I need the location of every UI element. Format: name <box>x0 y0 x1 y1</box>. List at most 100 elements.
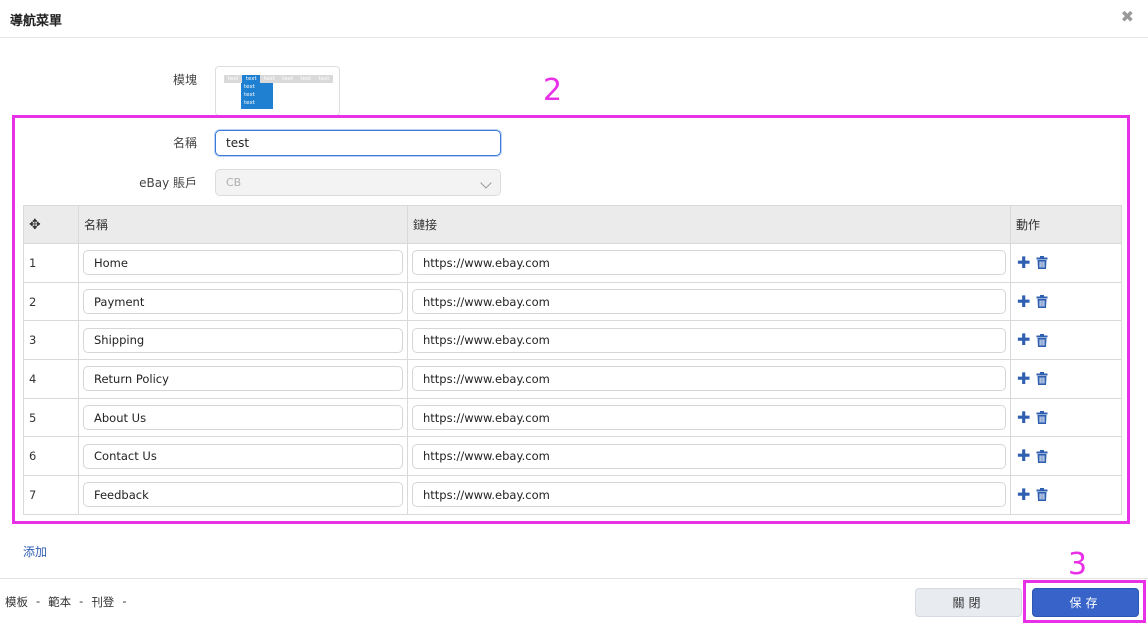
add-row-icon[interactable]: ✚ <box>1017 332 1030 348</box>
dialog-footer: 模板 - 範本 - 刊登 - 關閉 保存 <box>0 578 1148 626</box>
add-link[interactable]: 添加 <box>23 543 47 560</box>
ebay-account-value: CB <box>226 176 242 189</box>
breadcrumb-separator: - <box>36 594 41 608</box>
row-name-cell: Shipping <box>78 320 408 361</box>
row-name-cell: Payment <box>78 281 408 322</box>
table-header-row: ✥ 名稱 鏈接 動作 <box>23 205 1122 244</box>
annotation-number-2: 2 <box>543 73 563 108</box>
row-name-input[interactable]: Shipping <box>83 327 403 353</box>
add-row-icon[interactable]: ✚ <box>1017 486 1030 502</box>
table-row: 1 Home https://www.ebay.com ✚ <box>23 243 1122 283</box>
row-actions: ✚ <box>1015 293 1117 309</box>
row-actions: ✚ <box>1015 332 1117 348</box>
row-index: 6 <box>23 436 79 477</box>
breadcrumb-item-sample[interactable]: 範本 <box>48 594 71 610</box>
module-label: 模塊 <box>172 73 197 87</box>
row-link-input[interactable]: https://www.ebay.com <box>412 327 1006 353</box>
row-actions-cell: ✚ <box>1010 359 1122 399</box>
add-row-icon[interactable]: ✚ <box>1017 293 1030 309</box>
trash-icon[interactable] <box>1036 411 1048 425</box>
preview-dropdown: text text text <box>241 83 273 109</box>
row-actions-cell: ✚ <box>1010 397 1122 438</box>
row-link-cell: https://www.ebay.com <box>407 475 1011 515</box>
breadcrumb: 模板 - 範本 - 刊登 - <box>5 594 126 610</box>
add-row-icon[interactable]: ✚ <box>1017 448 1030 464</box>
row-index: 1 <box>23 243 79 283</box>
row-name-cell: Return Policy <box>78 359 408 399</box>
breadcrumb-item-template[interactable]: 模板 <box>5 594 28 610</box>
trash-icon[interactable] <box>1036 256 1048 270</box>
row-index: 2 <box>23 281 79 322</box>
preview-tab: text <box>318 76 330 82</box>
preview-dropdown-item: text <box>244 84 255 90</box>
ebay-account-label: eBay 賬戶 <box>139 176 197 190</box>
breadcrumb-separator: - <box>79 594 84 608</box>
row-link-cell: https://www.ebay.com <box>407 359 1011 399</box>
row-index: 7 <box>23 475 79 515</box>
chevron-down-icon <box>480 177 492 189</box>
name-label: 名稱 <box>172 136 197 150</box>
row-link-input[interactable]: https://www.ebay.com <box>412 405 1006 431</box>
table-header-name: 名稱 <box>78 205 408 244</box>
row-actions-cell: ✚ <box>1010 475 1122 515</box>
dialog-header: 導航菜單 ✖ <box>0 0 1148 38</box>
row-link-input[interactable]: https://www.ebay.com <box>412 482 1006 508</box>
preview-tab: text <box>300 76 312 82</box>
row-name-input[interactable]: Contact Us <box>83 443 403 469</box>
table-row: 4 Return Policy https://www.ebay.com ✚ <box>23 359 1122 399</box>
row-name-input[interactable]: Return Policy <box>83 366 403 392</box>
table-row: 5 About Us https://www.ebay.com ✚ <box>23 397 1122 438</box>
row-link-cell: https://www.ebay.com <box>407 320 1011 361</box>
row-actions-cell: ✚ <box>1010 243 1122 283</box>
preview-menu-bar: text text text text text text <box>224 75 333 83</box>
row-name-input[interactable]: Payment <box>83 289 403 315</box>
trash-icon[interactable] <box>1036 295 1048 309</box>
row-link-input[interactable]: https://www.ebay.com <box>412 443 1006 469</box>
close-icon[interactable]: ✖ <box>1121 9 1134 25</box>
row-actions-cell: ✚ <box>1010 436 1122 477</box>
row-actions-cell: ✚ <box>1010 281 1122 322</box>
preview-dropdown-item: text <box>244 92 255 98</box>
row-index: 5 <box>23 397 79 438</box>
row-link-input[interactable]: https://www.ebay.com <box>412 289 1006 315</box>
trash-icon[interactable] <box>1036 449 1048 463</box>
row-name-input[interactable]: Feedback <box>83 482 403 508</box>
table-row: 7 Feedback https://www.ebay.com ✚ <box>23 475 1122 515</box>
table-row: 2 Payment https://www.ebay.com ✚ <box>23 281 1122 322</box>
row-link-cell: https://www.ebay.com <box>407 397 1011 438</box>
add-row-icon[interactable]: ✚ <box>1017 254 1030 270</box>
table-header-action: 動作 <box>1010 205 1122 244</box>
row-name-cell: Feedback <box>78 475 408 515</box>
row-link-input[interactable]: https://www.ebay.com <box>412 250 1006 276</box>
row-index: 4 <box>23 359 79 399</box>
name-input[interactable]: test <box>215 130 501 156</box>
row-actions: ✚ <box>1015 409 1117 425</box>
row-name-cell: About Us <box>78 397 408 438</box>
annotation-box-3 <box>1023 580 1146 623</box>
row-actions: ✚ <box>1015 448 1117 464</box>
add-row-icon[interactable]: ✚ <box>1017 370 1030 386</box>
table-header-move: ✥ <box>23 205 79 244</box>
menu-items-table: ✥ 名稱 鏈接 動作 1 Home https://www.ebay.com ✚ 2 Pa… <box>23 205 1122 515</box>
module-preview[interactable]: text text text text text text text text … <box>215 66 340 116</box>
row-link-input[interactable]: https://www.ebay.com <box>412 366 1006 392</box>
preview-tab: text <box>282 76 294 82</box>
ebay-account-select[interactable]: CB <box>215 169 501 196</box>
breadcrumb-item-listing[interactable]: 刊登 <box>91 594 114 610</box>
close-button[interactable]: 關閉 <box>915 588 1022 617</box>
trash-icon[interactable] <box>1036 372 1048 386</box>
preview-tab: text <box>264 76 275 82</box>
preview-tab-active: text <box>242 75 261 83</box>
row-actions: ✚ <box>1015 486 1117 502</box>
row-name-input[interactable]: Home <box>83 250 403 276</box>
trash-icon[interactable] <box>1036 333 1048 347</box>
table-row: 6 Contact Us https://www.ebay.com ✚ <box>23 436 1122 477</box>
trash-icon[interactable] <box>1036 488 1048 502</box>
breadcrumb-separator: - <box>122 594 127 608</box>
move-icon: ✥ <box>29 216 41 233</box>
preview-tab: text <box>227 76 239 82</box>
row-name-input[interactable]: About Us <box>83 405 403 431</box>
add-row-icon[interactable]: ✚ <box>1017 409 1030 425</box>
row-actions: ✚ <box>1015 254 1117 270</box>
row-link-cell: https://www.ebay.com <box>407 243 1011 283</box>
